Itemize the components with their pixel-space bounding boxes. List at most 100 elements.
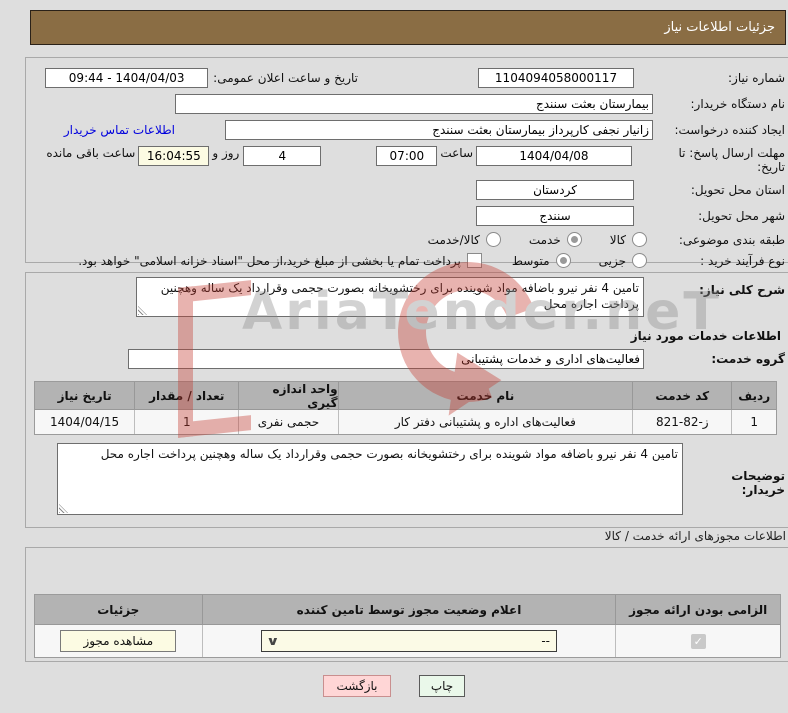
service-radio-label: خدمت <box>528 232 561 247</box>
remaining-label: ساعت باقی مانده <box>46 146 136 160</box>
delivery-city-input[interactable] <box>476 206 634 226</box>
licenses-panel: الزامی بودن ارائه مجوز اعلام وضعیت مجوز … <box>25 547 788 662</box>
need-description-label: شرح کلی نیاز: <box>699 283 785 297</box>
license-required-checkbox[interactable]: ✓ <box>690 633 706 649</box>
buyer-notes-label: توضیحات خریدار: <box>731 469 785 497</box>
col-license-required: الزامی بودن ارائه مجوز <box>615 595 780 625</box>
view-license-button[interactable]: مشاهده مجوز <box>60 630 177 652</box>
announce-datetime-label: تاریخ و ساعت اعلان عمومی: <box>213 71 358 85</box>
col-need-date: تاریخ نیاز <box>35 382 135 410</box>
cell-row-number: 1 <box>731 410 776 434</box>
process-option-minor: جزیی <box>599 253 647 268</box>
need-info-panel: شماره نیاز: تاریخ و ساعت اعلان عمومی: نا… <box>25 57 788 268</box>
delivery-city-row: شهر محل تحویل: <box>26 206 785 226</box>
resize-handle-icon[interactable] <box>138 306 147 315</box>
col-service-name: نام خدمت <box>337 382 633 410</box>
cell-license-details: مشاهده مجوز <box>35 625 202 657</box>
services-panel: شرح کلی نیاز: تامین 4 نفر نیرو باضافه مو… <box>25 272 788 528</box>
licenses-section-title: اطلاعات مجوزهای ارائه خدمت / کالا <box>604 529 786 543</box>
buyer-notes-textarea[interactable]: تامین 4 نفر نیرو باضافه مواد شوینده برای… <box>57 443 683 515</box>
process-type-label: نوع فرآیند خرید : <box>700 253 785 268</box>
reply-deadline-label: مهلت ارسال پاسخ: تا تاریخ: <box>678 146 785 174</box>
hour-label: ساعت <box>440 146 473 160</box>
licenses-table-header: الزامی بودن ارائه مجوز اعلام وضعیت مجوز … <box>35 595 780 625</box>
request-creator-input[interactable] <box>225 120 653 140</box>
subject-option-service: خدمت <box>529 232 582 247</box>
minor-radio[interactable] <box>632 253 647 268</box>
goods-service-radio-label: کالا/خدمت <box>427 232 480 247</box>
minor-radio-label: جزیی <box>598 253 626 268</box>
col-unit: واحد اندازه گیری <box>238 382 338 410</box>
delivery-city-label: شهر محل تحویل: <box>698 209 785 223</box>
treasury-checkbox-label: پرداخت تمام یا بخشی از مبلغ خرید،از محل … <box>78 253 461 268</box>
days-label: روز و <box>212 146 240 160</box>
need-number-label: شماره نیاز: <box>728 71 785 85</box>
goods-radio-label: کالا <box>609 232 626 247</box>
resize-handle-icon[interactable] <box>59 504 68 513</box>
licenses-table: الزامی بودن ارائه مجوز اعلام وضعیت مجوز … <box>34 594 781 658</box>
cell-quantity: 1 <box>134 410 239 434</box>
license-status-select[interactable]: -- ∨ <box>261 630 557 652</box>
need-description-row: شرح کلی نیاز: تامین 4 نفر نیرو باضافه مو… <box>26 277 785 317</box>
license-status-value: -- <box>541 634 550 648</box>
col-license-details: جزئیات <box>35 595 202 625</box>
page-title-bar: جزئیات اطلاعات نیاز <box>30 10 786 45</box>
delivery-province-input[interactable] <box>476 180 634 200</box>
footer-buttons: بازگشت چاپ <box>0 675 788 697</box>
service-radio[interactable] <box>566 232 582 247</box>
need-details-page: جزئیات اطلاعات نیاز شماره نیاز: تاریخ و … <box>0 0 788 713</box>
subject-option-goods: کالا <box>610 232 647 247</box>
back-button[interactable]: بازگشت <box>323 675 391 697</box>
licenses-table-row: ✓ -- ∨ مشاهده مجوز <box>35 625 780 657</box>
request-creator-row: ایجاد کننده درخواست: اطلاعات تماس خریدار <box>26 120 785 140</box>
treasury-checkbox[interactable] <box>466 253 482 268</box>
buyer-org-input[interactable] <box>175 94 653 114</box>
col-quantity: تعداد / مقدار <box>134 382 239 410</box>
services-table-row: 1 ز-82-821 فعالیت‌های اداره و پشتیبانی د… <box>35 410 776 434</box>
reply-deadline-date-input[interactable] <box>476 146 632 166</box>
service-group-row: گروه خدمت: <box>26 349 785 369</box>
process-option-medium: متوسط <box>512 253 571 268</box>
buyer-notes-row: توضیحات خریدار: تامین 4 نفر نیرو باضافه … <box>26 443 785 515</box>
subject-classification-row: طبقه بندی موضوعی: کالا خدمت کالا/خدمت <box>26 232 785 247</box>
services-table-header: ردیف کد خدمت نام خدمت واحد اندازه گیری ت… <box>35 382 776 410</box>
delivery-province-row: استان محل تحویل: <box>26 180 785 200</box>
subject-classification-label: طبقه بندی موضوعی: <box>678 232 785 247</box>
remaining-countdown-input[interactable] <box>138 146 210 166</box>
cell-service-name: فعالیت‌های اداره و پشتیبانی دفتر کار <box>337 410 633 434</box>
service-group-input[interactable] <box>128 349 644 369</box>
process-type-row: نوع فرآیند خرید : جزیی متوسط پرداخت تمام… <box>26 253 785 268</box>
medium-radio-label: متوسط <box>511 253 550 268</box>
buyer-notes-text: تامین 4 نفر نیرو باضافه مواد شوینده برای… <box>100 447 678 461</box>
buyer-org-row: نام دستگاه خریدار: <box>26 94 785 114</box>
cell-license-required: ✓ <box>615 625 780 657</box>
remaining-days-input[interactable] <box>243 146 322 166</box>
cell-license-status: -- ∨ <box>201 625 616 657</box>
need-description-text: تامین 4 نفر نیرو باضافه مواد شوینده برای… <box>160 281 639 311</box>
cell-need-date: 1404/04/15 <box>35 410 135 434</box>
reply-deadline-row: مهلت ارسال پاسخ: تا تاریخ: ساعت روز و سا… <box>26 146 785 174</box>
col-license-status: اعلام وضعیت مجوز توسط تامین کننده <box>201 595 616 625</box>
goods-service-radio[interactable] <box>485 232 501 247</box>
need-number-row: شماره نیاز: تاریخ و ساعت اعلان عمومی: <box>26 68 785 88</box>
subject-option-goods-service: کالا/خدمت <box>428 232 501 247</box>
goods-radio[interactable] <box>632 232 647 247</box>
col-service-code: کد خدمت <box>632 382 732 410</box>
services-table: ردیف کد خدمت نام خدمت واحد اندازه گیری ت… <box>34 381 777 435</box>
cell-unit: حجمی نفری <box>238 410 338 434</box>
col-row-number: ردیف <box>731 382 776 410</box>
medium-radio[interactable] <box>555 253 571 268</box>
reply-deadline-time-input[interactable] <box>376 146 438 166</box>
announce-datetime-input[interactable] <box>45 68 209 88</box>
need-description-textarea[interactable]: تامین 4 نفر نیرو باضافه مواد شوینده برای… <box>136 277 644 317</box>
buyer-contact-link[interactable]: اطلاعات تماس خریدار <box>64 123 175 137</box>
delivery-province-label: استان محل تحویل: <box>690 183 785 197</box>
request-creator-label: ایجاد کننده درخواست: <box>674 123 785 137</box>
print-button[interactable]: چاپ <box>419 675 465 697</box>
page-title: جزئیات اطلاعات نیاز <box>664 20 775 35</box>
need-number-input[interactable] <box>478 68 634 88</box>
buyer-org-label: نام دستگاه خریدار: <box>690 97 786 111</box>
services-section-title: اطلاعات خدمات مورد نیاز <box>630 329 781 343</box>
chevron-down-icon: ∨ <box>266 634 280 648</box>
service-group-label: گروه خدمت: <box>711 352 785 366</box>
